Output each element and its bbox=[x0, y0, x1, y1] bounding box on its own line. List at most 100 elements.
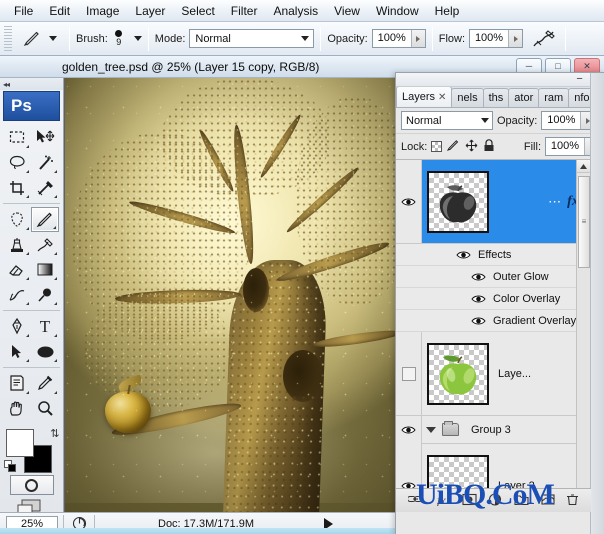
gradient-overlay-visibility-toggle[interactable] bbox=[471, 316, 486, 326]
effect-row-outer-glow[interactable]: Outer Glow bbox=[396, 266, 591, 288]
foreground-color-swatch[interactable] bbox=[6, 429, 34, 457]
green-apple-thumbnail-cell[interactable] bbox=[422, 343, 494, 405]
layer-row-selected[interactable]: ⋯ fx bbox=[396, 160, 591, 244]
menu-item-image[interactable]: Image bbox=[78, 2, 127, 20]
effects-header-row[interactable]: Effects bbox=[396, 244, 591, 266]
tab-close-icon[interactable]: ✕ bbox=[438, 92, 446, 103]
move-tool[interactable] bbox=[31, 125, 59, 150]
flow-slider-toggle[interactable] bbox=[508, 30, 522, 47]
menu-item-select[interactable]: Select bbox=[173, 2, 222, 20]
hand-tool[interactable] bbox=[3, 396, 31, 421]
rectangular-marquee-tool[interactable] bbox=[3, 125, 31, 150]
options-bar-grip[interactable] bbox=[4, 26, 12, 52]
opacity-slider-toggle[interactable] bbox=[411, 30, 425, 47]
type-tool[interactable]: T bbox=[31, 314, 59, 339]
tab-paths-label: ths bbox=[489, 92, 504, 104]
eraser-tool[interactable] bbox=[3, 257, 31, 282]
link-layers-icon[interactable] bbox=[408, 493, 424, 508]
artwork-canvas[interactable] bbox=[64, 78, 400, 512]
toolbox-header[interactable]: ◂◂ bbox=[0, 78, 63, 90]
new-adjustment-layer-icon[interactable] bbox=[488, 493, 502, 509]
clone-stamp-tool[interactable] bbox=[3, 232, 31, 257]
flow-input[interactable]: 100% bbox=[469, 29, 523, 48]
lock-image-pixels-icon[interactable] bbox=[447, 139, 460, 155]
default-colors-icon[interactable] bbox=[4, 460, 17, 473]
layer-mask-icon[interactable] bbox=[462, 493, 477, 509]
lasso-tool[interactable] bbox=[3, 150, 31, 175]
layer-blend-mode-select[interactable]: Normal bbox=[401, 111, 493, 130]
eyedropper-tool[interactable] bbox=[31, 371, 59, 396]
tab-channels[interactable]: nels bbox=[451, 88, 483, 107]
collapse-arrows-icon[interactable]: ◂◂ bbox=[3, 80, 9, 89]
history-brush-tool[interactable] bbox=[31, 232, 59, 257]
layer-list[interactable]: ⋯ fx Effects bbox=[396, 160, 591, 508]
group-3-name[interactable]: Group 3 bbox=[459, 424, 591, 436]
menu-item-view[interactable]: View bbox=[326, 2, 368, 20]
menu-item-analysis[interactable]: Analysis bbox=[265, 2, 326, 20]
blend-mode-select[interactable]: Normal bbox=[189, 29, 314, 48]
effect-row-color-overlay[interactable]: Color Overlay bbox=[396, 288, 591, 310]
options-divider-5 bbox=[565, 27, 566, 51]
panel-dock-rail[interactable] bbox=[590, 73, 604, 534]
layer-row-group-3[interactable]: Group 3 bbox=[396, 416, 591, 444]
tab-navigator[interactable]: ator bbox=[508, 88, 539, 107]
new-layer-icon[interactable] bbox=[541, 493, 555, 509]
delete-layer-icon[interactable] bbox=[566, 493, 579, 509]
dodge-tool[interactable] bbox=[31, 282, 59, 307]
layer-style-icon[interactable]: fx bbox=[435, 493, 450, 509]
lock-transparent-pixels-icon[interactable] bbox=[431, 141, 442, 152]
layer-thumbnail-green-apple bbox=[427, 343, 489, 405]
menu-item-layer[interactable]: Layer bbox=[127, 2, 173, 20]
menu-item-help[interactable]: Help bbox=[427, 2, 468, 20]
layer-opacity-input[interactable]: 100% bbox=[541, 111, 595, 130]
path-selection-tool[interactable] bbox=[3, 339, 31, 364]
menu-item-filter[interactable]: Filter bbox=[223, 2, 266, 20]
notes-tool[interactable] bbox=[3, 371, 31, 396]
layer-thumbnail-cell[interactable] bbox=[422, 171, 494, 233]
menu-item-window[interactable]: Window bbox=[368, 2, 427, 20]
brush-size-preview[interactable]: 9 bbox=[108, 30, 130, 47]
group-disclosure-triangle-icon[interactable] bbox=[426, 427, 436, 433]
group-3-visibility-toggle[interactable] bbox=[396, 416, 422, 444]
effect-row-gradient-overlay[interactable]: Gradient Overlay bbox=[396, 310, 591, 332]
outer-glow-label: Outer Glow bbox=[493, 271, 549, 283]
swap-colors-icon[interactable]: ⇅ bbox=[50, 427, 59, 440]
new-group-icon[interactable] bbox=[514, 493, 529, 509]
airbrush-icon[interactable] bbox=[531, 28, 557, 50]
effects-visibility-toggle[interactable] bbox=[456, 250, 471, 260]
panel-minimize-icon[interactable]: − bbox=[576, 74, 582, 85]
ellipse-shape-tool[interactable] bbox=[31, 339, 59, 364]
gradient-tool[interactable] bbox=[31, 257, 59, 282]
zoom-tool[interactable] bbox=[31, 396, 59, 421]
outer-glow-visibility-toggle[interactable] bbox=[471, 272, 486, 282]
menu-item-edit[interactable]: Edit bbox=[41, 2, 78, 20]
pen-tool[interactable] bbox=[3, 314, 31, 339]
screen-mode-button[interactable] bbox=[10, 497, 54, 512]
tab-layers[interactable]: Layers ✕ bbox=[396, 87, 452, 107]
group-eye-icon bbox=[401, 425, 416, 435]
brush-picker-chevron-icon[interactable] bbox=[134, 36, 142, 41]
tab-paths[interactable]: ths bbox=[483, 88, 510, 107]
layers-panel-footer: fx bbox=[396, 488, 591, 512]
color-overlay-visibility-toggle[interactable] bbox=[471, 294, 486, 304]
lock-position-icon[interactable] bbox=[465, 139, 478, 155]
layer-row-green-apple[interactable]: Laye... bbox=[396, 332, 591, 416]
quick-mask-mode-button[interactable] bbox=[10, 475, 54, 495]
current-tool-preset-picker[interactable] bbox=[16, 29, 63, 49]
layer-visibility-toggle[interactable] bbox=[396, 160, 422, 243]
lock-all-icon[interactable] bbox=[483, 139, 495, 155]
blur-tool[interactable] bbox=[3, 282, 31, 307]
vertical-scroll-thumb[interactable]: ≡ bbox=[578, 176, 590, 268]
crop-tool[interactable] bbox=[3, 175, 31, 200]
magic-wand-tool[interactable] bbox=[31, 150, 59, 175]
opacity-input[interactable]: 100% bbox=[372, 29, 426, 48]
healing-brush-tool[interactable] bbox=[3, 207, 31, 232]
brush-tool[interactable] bbox=[31, 207, 59, 232]
slice-tool[interactable] bbox=[31, 175, 59, 200]
menu-item-file[interactable]: File bbox=[6, 2, 41, 20]
scroll-up-button[interactable] bbox=[577, 160, 590, 173]
tool-preset-chevron-icon[interactable] bbox=[49, 36, 57, 41]
tab-histogram[interactable]: ram bbox=[538, 88, 569, 107]
green-apple-visibility-toggle[interactable] bbox=[396, 332, 422, 415]
layers-vertical-scrollbar[interactable]: ≡ bbox=[576, 160, 590, 508]
